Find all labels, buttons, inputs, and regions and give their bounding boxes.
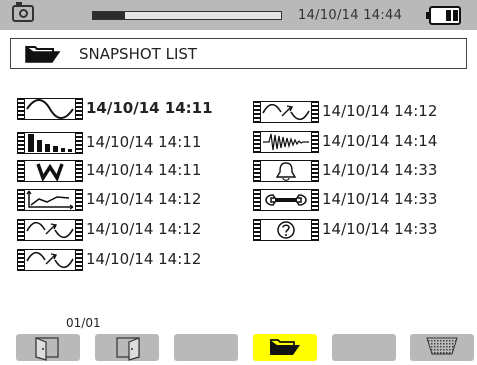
snapshot-timestamp: 14/10/14 14:14 [322,132,438,150]
status-datetime: 14/10/14 14:44 [298,8,403,23]
snapshot-timestamp: 14/10/14 14:33 [322,220,438,238]
film-frame [17,132,83,154]
status-bar: 14/10/14 14:44 [0,0,477,30]
snapshot-timestamp: 14/10/14 14:12 [322,102,438,120]
film-frame [253,101,319,123]
film-frame [253,189,319,211]
memory-progress-fill [93,12,125,19]
battery-icon [426,6,461,25]
battery-level-bar [446,10,451,21]
film-frame [17,219,83,241]
film-frame [17,160,83,182]
screen-title-box: SNAPSHOT LIST [10,38,467,69]
delete-button[interactable] [410,334,474,361]
empty-softkey[interactable] [174,334,238,361]
open-right-button[interactable] [95,334,159,361]
page-title: SNAPSHOT LIST [79,45,198,63]
film-frame [253,131,319,153]
snapshot-timestamp: 14/10/14 14:12 [86,190,202,208]
open-folder-button[interactable] [253,334,317,361]
snapshot-timestamp: 14/10/14 14:11 [86,133,202,151]
film-frame [253,219,319,241]
memory-progress-bar [92,11,282,20]
film-frame [17,249,83,271]
film-frame [17,98,83,120]
snapshot-timestamp: 14/10/14 14:11 [86,161,202,179]
snapshot-timestamp: 14/10/14 14:11 [86,99,213,117]
snapshot-timestamp: 14/10/14 14:12 [86,220,202,238]
snapshot-timestamp: 14/10/14 14:12 [86,250,202,268]
open-folder-icon [25,44,61,68]
open-left-button[interactable] [16,334,80,361]
film-frame [17,189,83,211]
battery-level-bar [453,10,458,21]
empty-softkey[interactable] [332,334,396,361]
page-indicator: 01/01 [66,316,101,330]
film-frame [253,160,319,182]
snapshot-timestamp: 14/10/14 14:33 [322,190,438,208]
snapshot-timestamp: 14/10/14 14:33 [322,161,438,179]
camera-icon [12,2,34,22]
